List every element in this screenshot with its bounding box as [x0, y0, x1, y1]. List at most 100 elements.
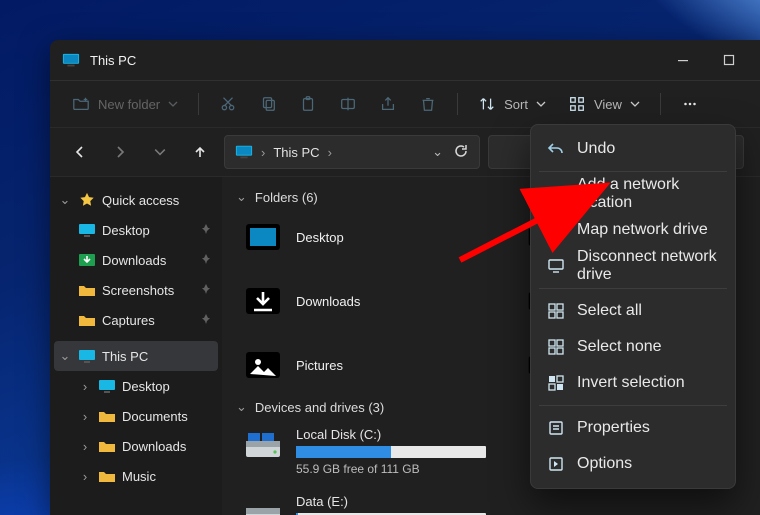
folder-tile-downloads[interactable]: Downloads: [236, 277, 486, 325]
options-icon: [547, 455, 565, 473]
window-title: This PC: [90, 53, 136, 68]
delete-button[interactable]: [409, 87, 447, 121]
pin-icon: [200, 283, 212, 298]
this-pc-icon: [78, 348, 96, 364]
this-pc-icon: [235, 144, 253, 160]
new-folder-icon: [72, 95, 90, 113]
menu-map-network-drive[interactable]: Map network drive: [537, 212, 729, 248]
menu-properties[interactable]: Properties: [537, 410, 729, 446]
copy-button[interactable]: [249, 87, 287, 121]
refresh-button[interactable]: [453, 143, 469, 162]
sidebar-pc-desktop[interactable]: › Desktop: [54, 371, 218, 401]
sort-icon: [478, 95, 496, 113]
this-pc-icon: [62, 53, 80, 67]
menu-add-network-location[interactable]: Add a network location: [537, 176, 729, 212]
desktop-icon: [78, 222, 96, 238]
address-bar[interactable]: › This PC › ⌄: [224, 135, 480, 169]
chevron-down-icon: [168, 99, 178, 109]
usage-bar: [296, 446, 486, 458]
more-button[interactable]: [671, 87, 709, 121]
maximize-button[interactable]: [706, 44, 752, 76]
recent-button[interactable]: [144, 136, 176, 168]
sidebar-item-desktop[interactable]: Desktop: [54, 215, 218, 245]
menu-disconnect-network-drive[interactable]: Disconnect network drive: [537, 248, 729, 284]
pin-icon: [200, 253, 212, 268]
drive-icon: [242, 427, 284, 469]
chevron-down-icon: ⌄: [236, 399, 247, 415]
downloads-icon: [78, 252, 96, 268]
desktop-icon: [98, 378, 116, 394]
paste-icon: [299, 95, 317, 113]
paste-button[interactable]: [289, 87, 327, 121]
menu-select-none[interactable]: Select none: [537, 329, 729, 365]
chevron-down-icon: ⌄: [58, 192, 72, 208]
folder-icon: [78, 312, 96, 328]
menu-select-all[interactable]: Select all: [537, 293, 729, 329]
sidebar: ⌄ Quick access Desktop Downloads Screens…: [50, 177, 222, 515]
sort-label: Sort: [504, 97, 528, 112]
star-icon: [78, 192, 96, 208]
select-all-icon: [547, 302, 565, 320]
monitor-icon: [547, 257, 565, 275]
menu-options[interactable]: Options: [537, 446, 729, 482]
more-context-menu: Undo Add a network location Map network …: [530, 124, 736, 489]
new-folder-button[interactable]: New folder: [62, 87, 188, 121]
chevron-down-icon: [630, 99, 640, 109]
folder-tile-pictures[interactable]: Pictures: [236, 341, 486, 389]
properties-icon: [547, 419, 565, 437]
monitor-icon: [547, 185, 565, 203]
view-icon: [568, 95, 586, 113]
sidebar-item-downloads[interactable]: Downloads: [54, 245, 218, 275]
sidebar-item-screenshots[interactable]: Screenshots: [54, 275, 218, 305]
select-none-icon: [547, 338, 565, 356]
sidebar-this-pc[interactable]: ⌄ This PC: [54, 341, 218, 371]
chevron-right-icon: ›: [78, 439, 92, 454]
rename-button[interactable]: [329, 87, 367, 121]
sidebar-item-captures[interactable]: Captures: [54, 305, 218, 335]
breadcrumb: This PC: [273, 145, 319, 160]
chevron-down-icon: [536, 99, 546, 109]
sidebar-pc-music[interactable]: › Music: [54, 461, 218, 491]
up-button[interactable]: [184, 136, 216, 168]
monitor-icon: [547, 221, 565, 239]
drive-tile-e[interactable]: Data (E:) 131 GB free of 131 GB: [236, 490, 496, 515]
sidebar-pc-downloads[interactable]: › Downloads: [54, 431, 218, 461]
downloads-icon: [98, 438, 116, 454]
chevron-down-icon[interactable]: ⌄: [432, 144, 443, 160]
view-button[interactable]: View: [558, 87, 650, 121]
rename-icon: [339, 95, 357, 113]
share-icon: [379, 95, 397, 113]
chevron-right-icon: ›: [78, 469, 92, 484]
folder-tile-desktop[interactable]: Desktop: [236, 213, 486, 261]
minimize-button[interactable]: [660, 44, 706, 76]
drive-tile-c[interactable]: Local Disk (C:) 55.9 GB free of 111 GB: [236, 423, 496, 480]
chevron-right-icon: ›: [261, 145, 265, 160]
chevron-right-icon: ›: [78, 409, 92, 424]
back-button[interactable]: [64, 136, 96, 168]
chevron-down-icon: ⌄: [236, 189, 247, 205]
forward-button[interactable]: [104, 136, 136, 168]
folder-icon: [78, 282, 96, 298]
music-icon: [98, 468, 116, 484]
view-label: View: [594, 97, 622, 112]
copy-icon: [259, 95, 277, 113]
menu-undo[interactable]: Undo: [537, 131, 729, 167]
share-button[interactable]: [369, 87, 407, 121]
cut-button[interactable]: [209, 87, 247, 121]
cut-icon: [219, 95, 237, 113]
sidebar-pc-documents[interactable]: › Documents: [54, 401, 218, 431]
menu-invert-selection[interactable]: Invert selection: [537, 365, 729, 401]
delete-icon: [419, 95, 437, 113]
ellipsis-icon: [681, 95, 699, 113]
pin-icon: [200, 313, 212, 328]
sidebar-quick-access[interactable]: ⌄ Quick access: [54, 185, 218, 215]
chevron-right-icon: ›: [78, 379, 92, 394]
invert-selection-icon: [547, 374, 565, 392]
undo-icon: [547, 140, 565, 158]
chevron-down-icon: ⌄: [58, 348, 72, 364]
chevron-right-icon: ›: [328, 145, 332, 160]
sort-button[interactable]: Sort: [468, 87, 556, 121]
new-folder-label: New folder: [98, 97, 160, 112]
pin-icon: [200, 223, 212, 238]
toolbar: New folder Sort View: [50, 80, 760, 128]
